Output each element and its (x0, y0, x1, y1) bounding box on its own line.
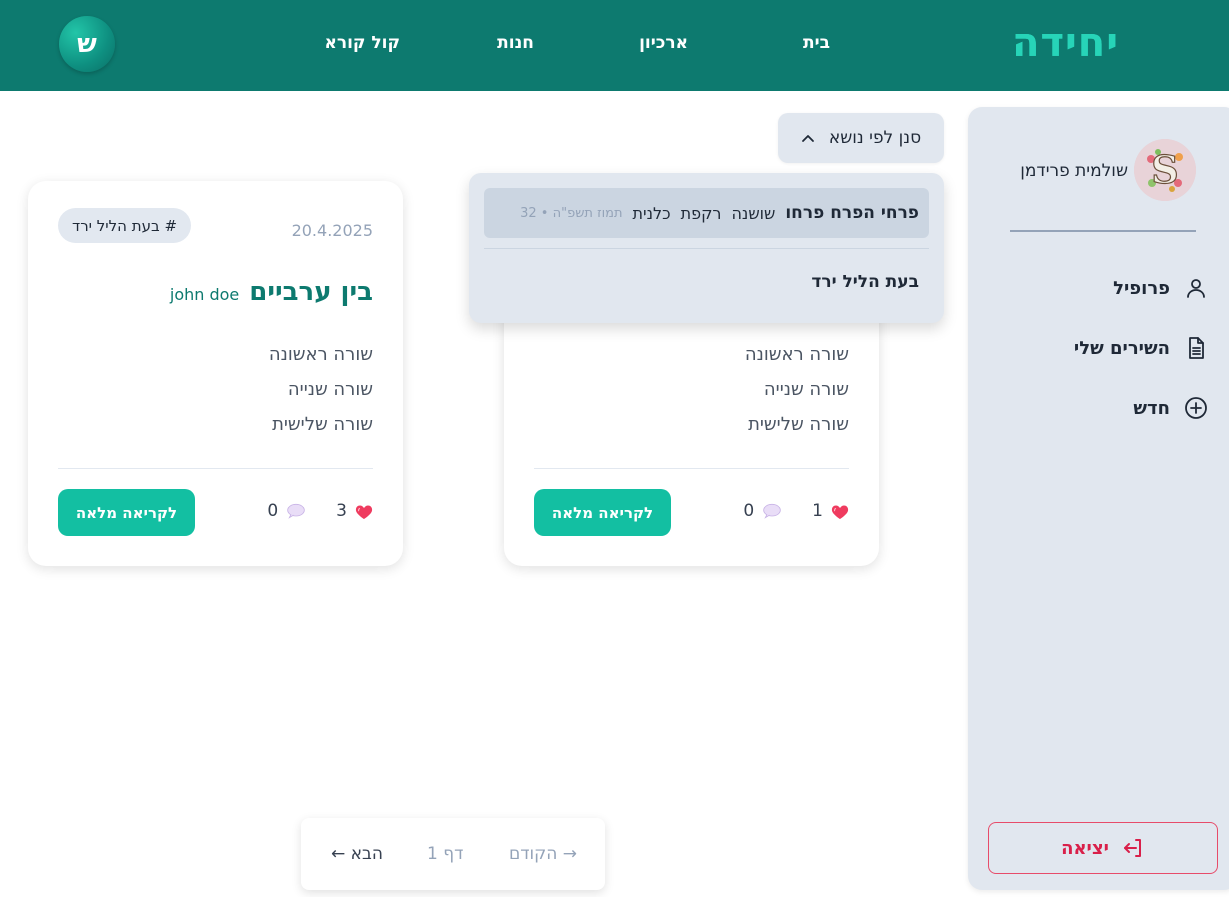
comment-bubble-icon[interactable] (762, 503, 782, 519)
read-more-button[interactable]: לקריאה מלאה (534, 489, 671, 536)
comments-count: 0 (267, 501, 279, 521)
topic-dropdown: פרחי הפרח פרחו שושנה רקפת כלנית תמוז תשפ… (469, 173, 944, 323)
dropdown-option-tag: רקפת (680, 203, 722, 223)
sidebar-divider (1010, 230, 1196, 232)
logout-icon (1123, 839, 1141, 857)
prev-page-button[interactable]: → הקודם (509, 844, 577, 864)
dropdown-separator (484, 248, 929, 249)
nav-kol-kore-link[interactable]: קול קורא (324, 33, 400, 53)
floral-letter-s-image: S (1134, 139, 1196, 201)
sidebar-item-my-poems[interactable]: השירים שלי (1074, 336, 1208, 360)
sidebar: S שולמית פרידמן פרופיל השירים שלי חדש יצ… (968, 107, 1229, 890)
nav-archive-link[interactable]: ארכיון (639, 33, 688, 53)
page-indicator: דף 1 (427, 844, 464, 864)
poem-stats: 3 0 (267, 501, 373, 521)
dropdown-option-title: פרחי הפרח פרחו (785, 203, 919, 223)
sidebar-item-new[interactable]: חדש (1133, 396, 1208, 420)
svg-text:S: S (1151, 147, 1178, 192)
poem-line: שורה ראשונה (744, 344, 849, 365)
poem-line: שורה שנייה (763, 379, 849, 400)
brand-logo[interactable]: יחידה (1012, 20, 1119, 66)
likes-count: 3 (336, 501, 347, 521)
sidebar-item-label: פרופיל (1113, 277, 1170, 299)
topic-tag[interactable]: # בעת הליל ירד (58, 208, 192, 243)
card-divider (534, 468, 849, 469)
comments-count: 0 (743, 501, 755, 521)
poem-stats: 1 0 (743, 501, 849, 521)
chevron-up-icon (801, 135, 814, 142)
heart-icon[interactable] (831, 503, 849, 520)
sidebar-item-label: חדש (1133, 397, 1170, 419)
poem-line: שורה שנייה (287, 379, 373, 400)
logout-button[interactable]: יציאה (988, 822, 1218, 874)
comment-bubble-icon[interactable] (286, 503, 306, 519)
poem-date: 20.4.2025 (291, 221, 373, 240)
card-divider (58, 468, 373, 469)
read-more-button[interactable]: לקריאה מלאה (58, 489, 195, 536)
next-page-button[interactable]: הבא ← (331, 844, 383, 864)
dropdown-option-meta: תמוז תשפ"ה • 32 (520, 205, 623, 221)
plus-circle-icon (1185, 397, 1207, 419)
nav-shop-link[interactable]: חנות (497, 33, 534, 53)
nav-home-link[interactable]: בית (803, 33, 830, 53)
heart-icon[interactable] (355, 503, 373, 520)
profile-name: שולמית פרידמן (1020, 161, 1128, 181)
filter-label: סנן לפי נושא (828, 128, 922, 148)
dropdown-option-tag: כלנית (632, 203, 671, 223)
document-icon (1189, 337, 1204, 359)
poem-author[interactable]: john doe (170, 285, 239, 304)
poem-line: שורה שלישית (272, 414, 373, 435)
poem-line: שורה שלישית (748, 414, 849, 435)
poem-card: 20.4.2025 # בעת הליל ירד בין ערביים john… (28, 181, 403, 566)
dropdown-option-tag: שושנה (731, 203, 776, 223)
pagination: → הקודם דף 1 הבא ← (301, 818, 605, 890)
likes-count: 1 (812, 501, 823, 521)
sidebar-item-label: השירים שלי (1073, 337, 1170, 359)
dropdown-option[interactable]: בעת הליל ירד (811, 272, 919, 292)
dropdown-option-highlighted[interactable]: פרחי הפרח פרחו שושנה רקפת כלנית תמוז תשפ… (484, 188, 929, 238)
user-avatar-button[interactable]: ש (59, 16, 115, 72)
top-header: יחידה בית ארכיון חנות קול קורא ש (0, 0, 1229, 91)
sidebar-item-profile[interactable]: פרופיל (1113, 276, 1208, 300)
filter-by-topic-button[interactable]: סנן לפי נושא (778, 113, 944, 163)
poem-line: שורה ראשונה (268, 344, 373, 365)
poem-title-row: בין ערביים john doe (170, 277, 373, 307)
profile-picture[interactable]: S (1134, 139, 1196, 201)
logout-label: יציאה (1061, 837, 1109, 859)
user-icon (1187, 279, 1205, 298)
poem-title[interactable]: בין ערביים (249, 277, 373, 307)
